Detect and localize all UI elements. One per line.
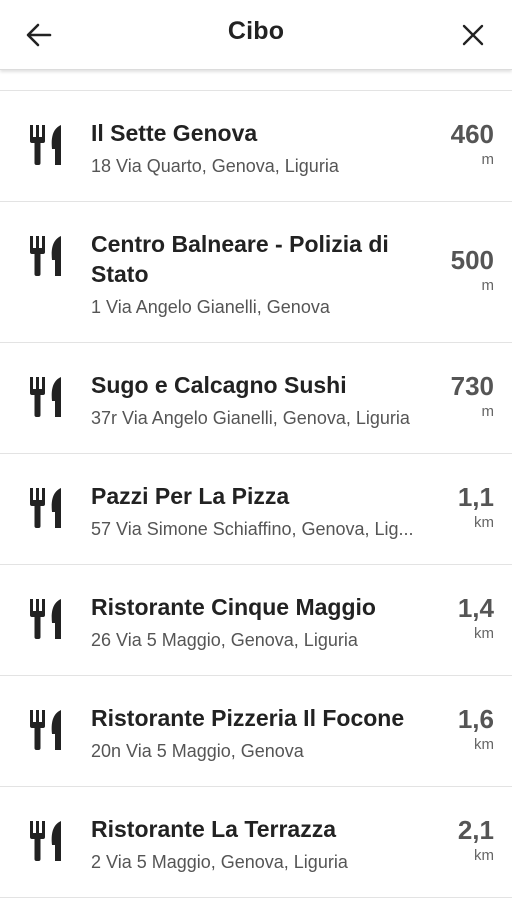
place-name: Ristorante Cinque Maggio <box>91 594 376 620</box>
distance-unit: m <box>481 403 495 420</box>
distance-value: 2,1 <box>457 815 494 845</box>
distance-unit: m <box>481 277 495 294</box>
distance-unit: km <box>474 847 494 864</box>
place-address: 37r Via Angelo Gianelli, Genova, Liguria <box>91 408 410 428</box>
restaurant-icon <box>30 236 61 276</box>
close-button[interactable] <box>450 12 496 58</box>
list-item[interactable]: Ristorante Pizzeria Il Focone 20n Via 5 … <box>0 676 512 787</box>
distance-value: 1,6 <box>457 704 494 734</box>
place-distance: 1,1 km <box>458 482 494 532</box>
restaurant-icon <box>30 599 61 639</box>
place-name: Ristorante Pizzeria Il Focone <box>91 705 405 731</box>
place-distance: 2,1 km <box>458 815 494 865</box>
distance-value: 730 <box>450 371 494 401</box>
close-icon <box>462 24 484 46</box>
place-distance: 1,6 km <box>458 704 494 754</box>
place-address: 26 Via 5 Maggio, Genova, Liguria <box>91 630 358 650</box>
list-item[interactable]: Pazzi Per La Pizza 57 Via Simone Schiaff… <box>0 454 512 565</box>
place-address: 18 Via Quarto, Genova, Liguria <box>91 156 339 176</box>
list-item[interactable]: Ristorante Cinque Maggio 26 Via 5 Maggio… <box>0 565 512 676</box>
restaurant-icon <box>30 710 61 750</box>
restaurant-icon <box>30 377 61 417</box>
restaurant-icon <box>30 125 61 165</box>
place-address: 57 Via Simone Schiaffino, Genova, Lig... <box>91 519 414 539</box>
places-list: Il Sette Genova 18 Via Quarto, Genova, L… <box>0 90 512 898</box>
distance-value: 460 <box>450 119 494 149</box>
place-name: Il Sette Genova <box>91 120 258 146</box>
distance-unit: m <box>481 151 495 168</box>
place-name: Sugo e Calcagno Sushi <box>91 372 347 398</box>
restaurant-icon <box>30 488 61 528</box>
distance-unit: km <box>474 514 494 531</box>
place-distance: 1,4 km <box>458 593 494 643</box>
list-item[interactable]: Centro Balneare - Polizia di Stato 1 Via… <box>0 202 512 343</box>
distance-value: 500 <box>450 245 494 275</box>
distance-value: 1,4 <box>457 593 494 623</box>
place-distance: 500 m <box>451 245 494 295</box>
place-distance: 730 m <box>451 371 494 421</box>
place-name: Ristorante La Terrazza <box>91 816 336 842</box>
restaurant-icon <box>30 821 61 861</box>
place-distance: 460 m <box>451 119 494 169</box>
place-name: Pazzi Per La Pizza <box>91 483 290 509</box>
distance-value: 1,1 <box>457 482 494 512</box>
distance-unit: km <box>474 736 494 753</box>
list-item[interactable]: Sugo e Calcagno Sushi 37r Via Angelo Gia… <box>0 343 512 454</box>
place-address: 20n Via 5 Maggio, Genova <box>91 741 304 761</box>
list-item[interactable]: Il Sette Genova 18 Via Quarto, Genova, L… <box>0 91 512 202</box>
top-bar: Cibo <box>0 0 512 70</box>
place-name: Centro Balneare - Polizia di Stato <box>91 231 389 287</box>
page-title: Cibo <box>227 17 285 45</box>
place-address: 2 Via 5 Maggio, Genova, Liguria <box>91 852 348 872</box>
list-item[interactable]: Ristorante La Terrazza 2 Via 5 Maggio, G… <box>0 787 512 898</box>
distance-unit: km <box>474 625 494 642</box>
place-address: 1 Via Angelo Gianelli, Genova <box>91 297 330 317</box>
